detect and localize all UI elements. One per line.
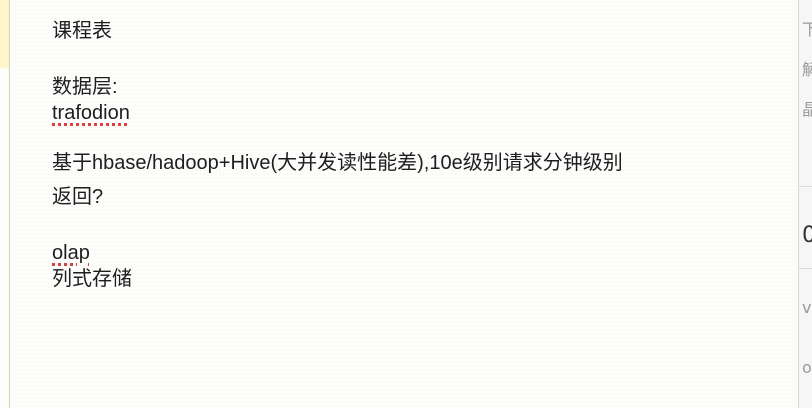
clipped-glyph: 解 [802, 62, 812, 78]
clipped-glyph: o [802, 358, 812, 377]
trafodion-text: trafodion [52, 102, 130, 124]
clipped-glyph: v [802, 298, 812, 317]
description-line-1: 基于hbase/hadoop+Hive(大并发读性能差),10e级别请求分钟级别 [52, 152, 623, 174]
note-list-edge-lower [0, 68, 9, 408]
data-layer-label: 数据层: [52, 76, 118, 98]
clipped-glyph: 晶 [802, 102, 812, 118]
note-body[interactable]: 课程表 数据层: trafodion 基于hbase/hadoop+Hive(大… [52, 14, 772, 292]
clipped-glyph: 0 [802, 225, 812, 247]
columnar-storage-text: 列式存储 [52, 268, 132, 290]
notes-window: 课程表 数据层: trafodion 基于hbase/hadoop+Hive(大… [0, 0, 812, 408]
trafodion-line: trafodion [52, 100, 772, 126]
olap-line: olap [52, 240, 772, 266]
note-title: 课程表 [52, 20, 112, 42]
olap-text: olap [52, 242, 90, 264]
description-line-2: 返回? [52, 186, 104, 208]
divider [799, 268, 812, 269]
note-editor[interactable]: 课程表 数据层: trafodion 基于hbase/hadoop+Hive(大… [10, 0, 798, 408]
background-window-edge: 下 解 晶 0 v o [798, 0, 812, 408]
note-list-edge[interactable] [0, 0, 10, 408]
clipped-glyph: 下 [802, 22, 812, 38]
divider [799, 186, 812, 187]
